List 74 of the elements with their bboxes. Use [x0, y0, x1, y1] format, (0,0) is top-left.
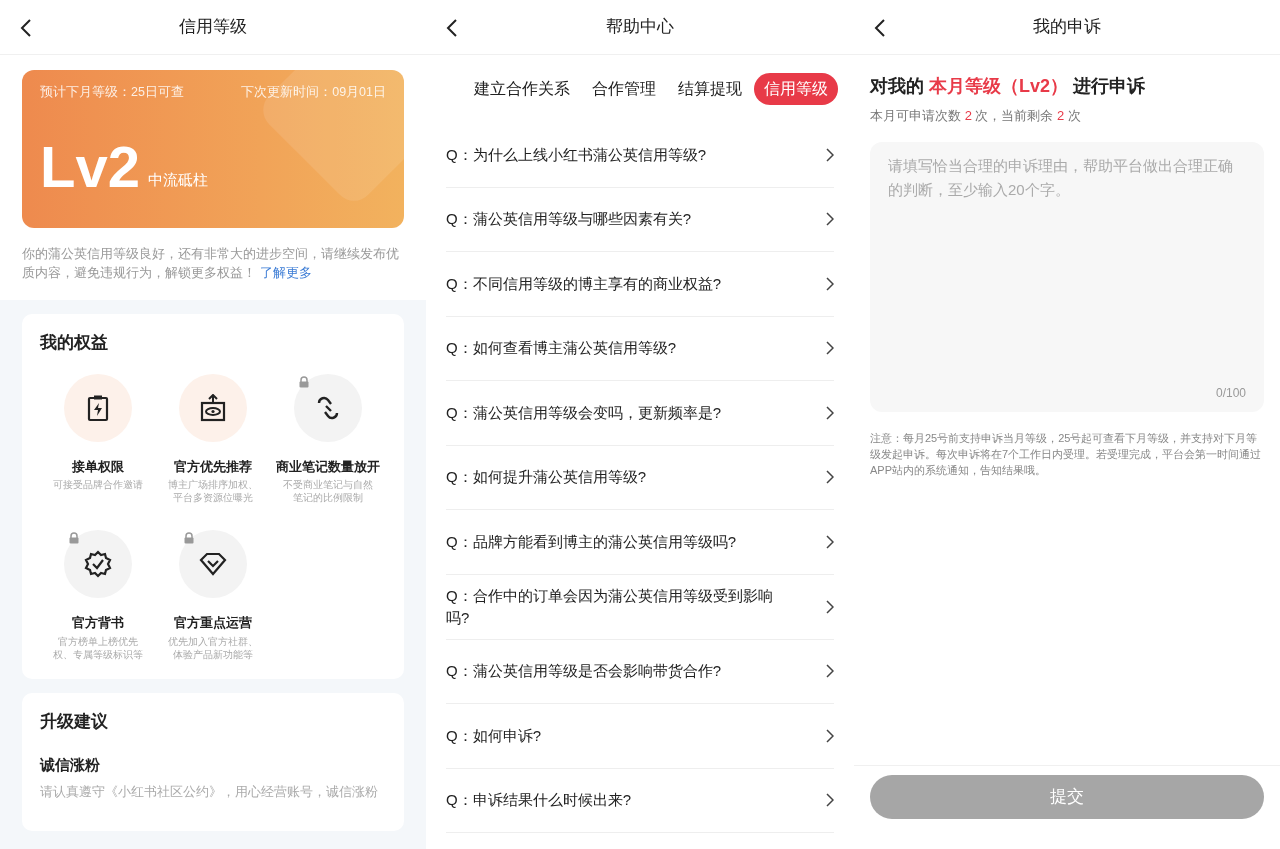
level-description: 你的蒲公英信用等级良好，还有非常大的进步空间，请继续发布优质内容，避免违规行为，解锁更多权益！ 了解更多	[22, 245, 400, 282]
question-item[interactable]: Q：合作中的订单会因为蒲公英信用等级受到影响吗?	[446, 574, 834, 640]
back-icon[interactable]	[874, 18, 886, 38]
question-text: Q：申诉结果什么时候出来?	[446, 790, 632, 811]
page-title: 帮助中心	[606, 16, 674, 39]
benefit-name: 官方优先推荐	[174, 457, 252, 476]
question-item[interactable]: Q：申诉结果什么时候出来?	[446, 768, 834, 833]
chevron-right-icon	[826, 599, 834, 614]
lock-icon	[184, 532, 194, 544]
benefit-icon	[85, 393, 110, 422]
benefit-description: 不受商业笔记与自然笔记的比例限制	[282, 478, 375, 504]
level-value: Lv2	[40, 137, 140, 196]
advice-description: 请认真遵守《小红书社区公约》，用心经营账号，诚信涨粉	[40, 782, 379, 801]
back-icon[interactable]	[446, 18, 458, 38]
lock-icon	[68, 532, 79, 544]
question-item[interactable]: Q：蒲公英信用等级是否会影响带货合作?	[446, 639, 834, 704]
question-text: Q：蒲公英信用等级是否会影响带货合作?	[446, 661, 722, 682]
question-item[interactable]: Q：蒲公英信用等级与哪些因素有关?	[446, 187, 834, 252]
page-title: 我的申诉	[1033, 16, 1101, 39]
question-text: Q：如何提升蒲公英信用等级?	[446, 467, 647, 488]
question-item[interactable]: Q：如何申诉?	[446, 704, 834, 769]
lock-icon	[299, 375, 310, 388]
benefit-name: 接单权限	[71, 457, 124, 476]
page-title: 信用等级	[179, 16, 247, 39]
level-name: 中流砥柱	[147, 170, 208, 191]
benefit-description: 可接受品牌合作邀请	[51, 478, 144, 491]
chevron-right-icon	[826, 728, 834, 743]
benefit-description: 优先加入官方社群、体验产品新功能等	[167, 634, 259, 661]
section-title: 我的权益	[40, 332, 109, 354]
next-update-time: 下次更新时间：09月01日	[241, 84, 386, 101]
benefit-icon	[199, 552, 227, 576]
character-counter: 0/100	[1215, 384, 1246, 402]
chevron-right-icon	[826, 534, 834, 549]
back-icon[interactable]	[20, 18, 32, 38]
advice-title: 诚信涨粉	[40, 755, 101, 775]
question-item[interactable]: Q：如何查看博主蒲公英信用等级?	[446, 316, 834, 381]
category-tab[interactable]: 建立合作关系	[474, 77, 570, 101]
chevron-right-icon	[826, 341, 834, 356]
question-text: Q：蒲公英信用等级会变吗，更新频率是?	[446, 402, 722, 423]
learn-more-link[interactable]: 了解更多	[260, 265, 312, 280]
chevron-right-icon	[826, 212, 834, 227]
category-tab[interactable]: 信用等级	[754, 73, 838, 105]
question-item[interactable]: Q：品牌方能看到博主的蒲公英信用等级吗?	[446, 510, 834, 575]
question-text: Q：蒲公英信用等级与哪些因素有关?	[446, 209, 692, 230]
benefit-icon	[83, 550, 112, 578]
chevron-right-icon	[826, 470, 834, 485]
chevron-right-icon	[826, 793, 834, 808]
benefit-name: 商业笔记数量放开	[276, 457, 381, 476]
benefit-description: 官方榜单上榜优先权、专属等级标识等	[51, 634, 144, 661]
question-text: Q：为什么上线小红书蒲公英信用等级?	[446, 144, 707, 165]
benefit-name: 官方重点运营	[174, 614, 252, 632]
question-item[interactable]: Q：不同信用等级的博主享有的商业权益?	[446, 252, 834, 317]
appeal-quota: 本月可申请次数 2 次，当前剩余 2 次	[870, 107, 1082, 125]
chevron-right-icon	[826, 147, 834, 162]
appeal-heading: 对我的 本月等级（Lv2） 进行申诉	[870, 75, 1147, 98]
next-month-level: 预计下月等级：25日可查	[40, 84, 184, 101]
category-tab[interactable]: 合作管理	[592, 77, 656, 101]
question-text: Q：不同信用等级的博主享有的商业权益?	[446, 273, 722, 294]
chevron-right-icon	[826, 276, 834, 291]
chevron-right-icon	[826, 664, 834, 679]
category-tab[interactable]: 结算提现	[678, 77, 742, 101]
benefit-name: 官方背书	[71, 614, 124, 632]
appeal-note: 注意：每月25号前支持申诉当月等级，25号起可查看下月等级，并支持对下月等级发起申诉。每次申诉将在7个工作日内受理。若受理完成，平台会第一时间通过APP站内的系统通知，告知结果哦。	[870, 430, 1263, 478]
question-text: Q：如何查看博主蒲公英信用等级?	[446, 338, 677, 359]
question-text: Q：合作中的订单会因为蒲公英信用等级受到影响吗?	[446, 585, 774, 628]
chevron-right-icon	[826, 405, 834, 420]
benefit-description: 博主广场排序加权、平台多资源位曝光	[167, 478, 259, 504]
question-item[interactable]: Q：如何提升蒲公英信用等级?	[446, 445, 834, 510]
question-text: Q：如何申诉?	[446, 725, 542, 746]
question-item[interactable]: Q：蒲公英信用等级会变吗，更新频率是?	[446, 381, 834, 446]
question-text: Q：品牌方能看到博主的蒲公英信用等级吗?	[446, 531, 737, 552]
benefit-icon	[200, 393, 226, 422]
question-item[interactable]: Q：为什么上线小红书蒲公英信用等级?	[446, 123, 834, 188]
section-title: 升级建议	[40, 710, 109, 733]
